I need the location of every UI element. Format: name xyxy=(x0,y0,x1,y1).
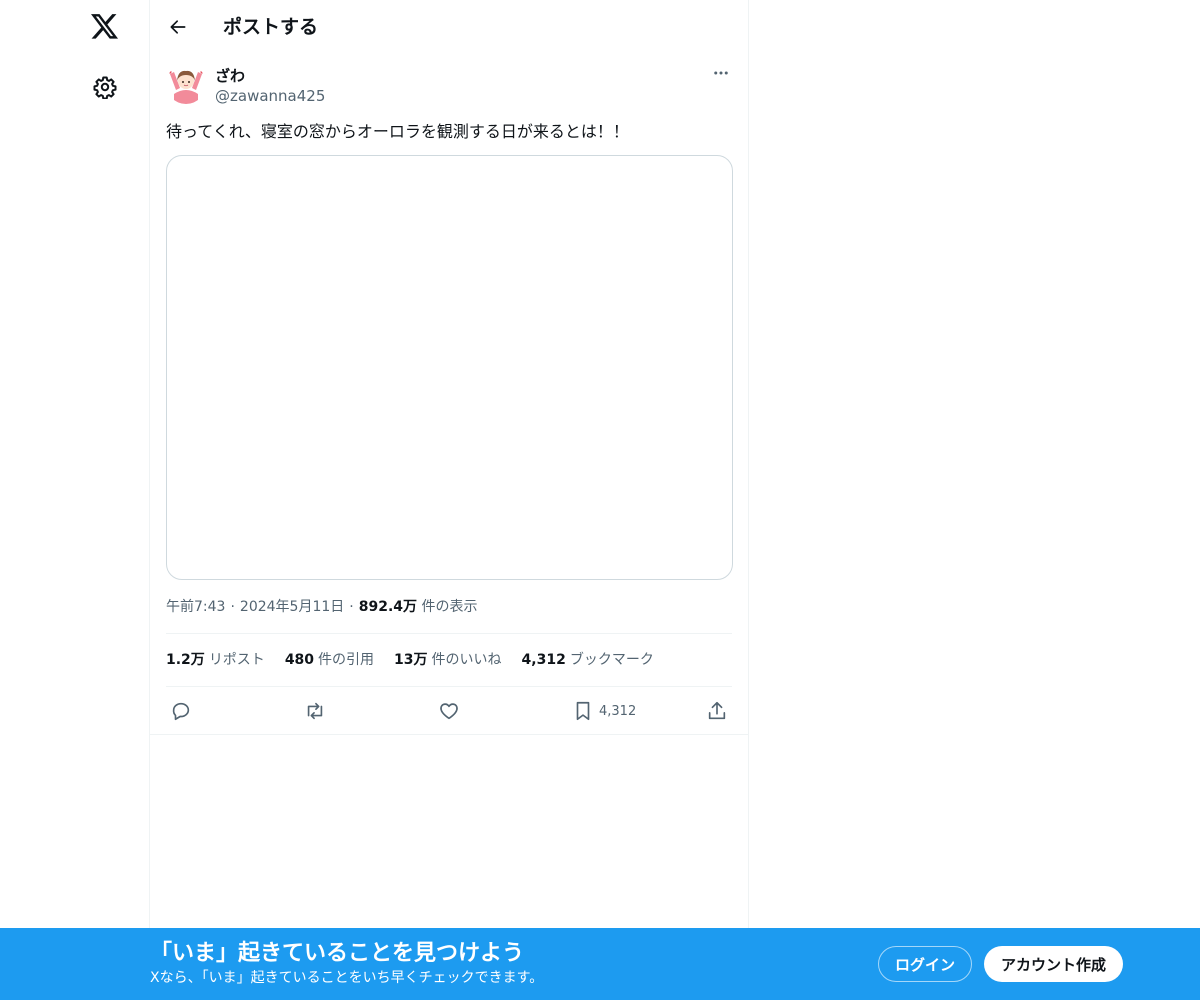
share-button[interactable] xyxy=(706,695,728,727)
left-nav xyxy=(0,0,150,1000)
divider xyxy=(150,734,748,735)
author-name[interactable]: ざわ xyxy=(215,66,245,86)
stat-quotes[interactable]: 480 件の引用 xyxy=(285,650,374,670)
bookmark-count: 4,312 xyxy=(599,703,637,719)
likes-count: 13万 xyxy=(394,652,428,668)
avatar[interactable] xyxy=(166,64,206,104)
bookmark-button[interactable]: 4,312 xyxy=(572,695,636,727)
gear-icon[interactable] xyxy=(80,62,130,112)
banner-title: 「いま」起きていることを見つけよう xyxy=(150,941,525,966)
views-label: 件の表示 xyxy=(421,599,478,615)
reposts-count: 1.2万 xyxy=(166,652,205,668)
post-text: 待ってくれ、寝室の窓からオーロラを観測する日が来るとは！！ xyxy=(166,122,629,141)
quotes-count: 480 xyxy=(284,652,315,668)
reply-button[interactable] xyxy=(170,695,192,727)
repost-button[interactable] xyxy=(304,695,326,727)
divider xyxy=(166,633,732,634)
post-actions: 4,312 xyxy=(166,695,732,727)
banner-subtitle: Xなら、「いま」起きていることをいち早くチェックできます。 xyxy=(150,970,544,986)
stat-reposts[interactable]: 1.2万 リポスト xyxy=(166,650,265,670)
author-handle[interactable]: @zawanna425 xyxy=(215,86,325,106)
bookmark-icon xyxy=(576,701,590,721)
share-icon xyxy=(708,701,726,720)
reposts-label: リポスト xyxy=(208,652,265,668)
more-options-button[interactable] xyxy=(710,62,732,84)
likes-label: 件のいいね xyxy=(431,652,502,668)
quotes-label: 件の引用 xyxy=(318,652,375,668)
repost-icon xyxy=(307,702,323,720)
post-meta: 午前7:43 · 2024年5月11日 · 892.4万 件の表示 xyxy=(166,597,477,617)
post-media[interactable] xyxy=(166,155,733,580)
page-header: ポストする xyxy=(150,0,748,53)
post-author: ざわ @zawanna425 xyxy=(166,64,732,108)
signup-button[interactable]: アカウント作成 xyxy=(984,946,1123,982)
views-count: 892.4万 xyxy=(358,599,418,615)
meta-separator: · xyxy=(230,599,235,615)
post-time[interactable]: 午前7:43 xyxy=(166,599,225,615)
like-button[interactable] xyxy=(438,695,460,727)
divider xyxy=(166,686,732,687)
page-title: ポストする xyxy=(223,16,319,38)
post-date[interactable]: 2024年5月11日 xyxy=(240,599,344,615)
back-button[interactable] xyxy=(160,9,196,45)
x-logo-icon[interactable] xyxy=(80,2,130,52)
bookmarks-label: ブックマーク xyxy=(569,652,654,668)
stat-likes[interactable]: 13万 件のいいね xyxy=(394,650,501,670)
signup-banner: 「いま」起きていることを見つけよう Xなら、「いま」起きていることをいち早くチェ… xyxy=(0,928,1200,1000)
reply-icon xyxy=(172,702,190,721)
main-column: ポストする ざわ @zawanna425 待ってくれ、寝室の窓からオーロラを観測… xyxy=(149,0,749,928)
more-icon xyxy=(714,71,728,75)
post-stats: 1.2万 リポスト 480 件の引用 13万 件のいいね 4,312 ブックマーク xyxy=(166,650,654,670)
stat-bookmarks[interactable]: 4,312 ブックマーク xyxy=(522,650,654,670)
heart-icon xyxy=(440,703,458,720)
meta-separator: · xyxy=(349,599,354,615)
bookmarks-count: 4,312 xyxy=(521,652,566,668)
login-button[interactable]: ログイン xyxy=(878,946,972,982)
arrow-left-icon xyxy=(170,20,186,34)
